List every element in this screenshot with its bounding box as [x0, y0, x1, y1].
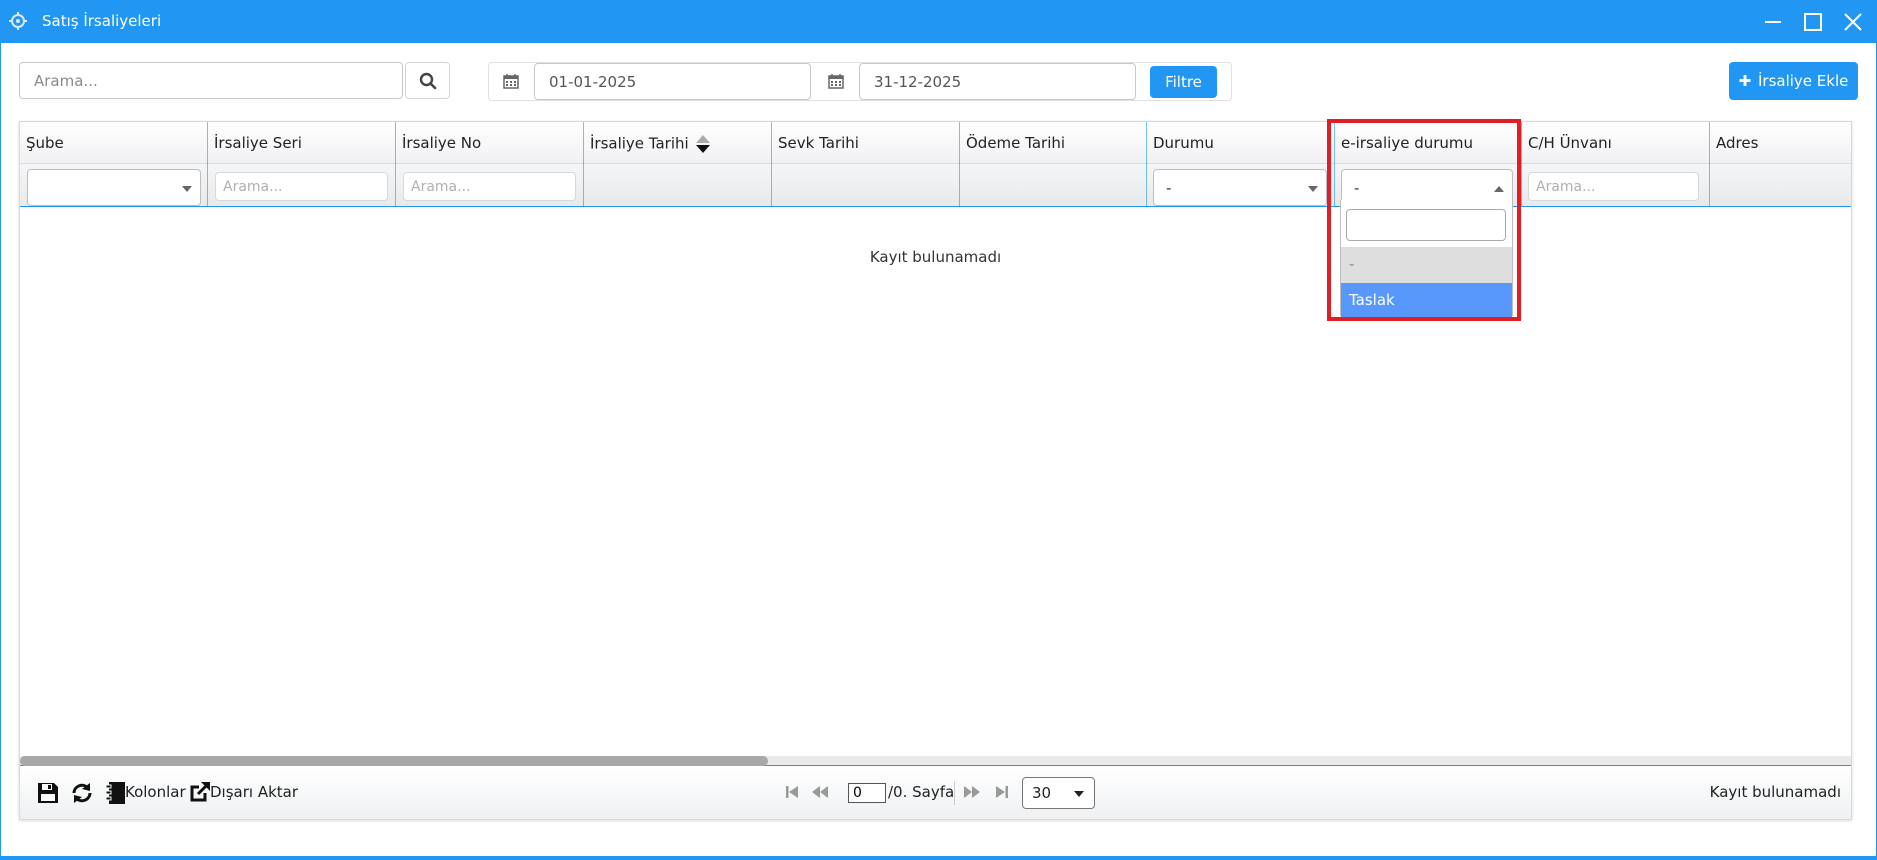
columns-icon[interactable] [105, 781, 127, 805]
durumu-filter-value: - [1166, 179, 1172, 197]
chevron-up-icon [1494, 186, 1504, 192]
e-irsaliye-filter-value: - [1354, 179, 1360, 197]
column-header-sevk-tarihi[interactable]: Sevk Tarihi [778, 134, 859, 152]
plus-icon: ✚ [1738, 72, 1752, 90]
waybill-grid: Şube İrsaliye Seri İrsaliye No İrsaliye … [19, 121, 1852, 820]
dropdown-option-highlighted[interactable]: Taslak [1341, 283, 1512, 319]
close-icon[interactable] [1840, 9, 1866, 35]
column-divider [1709, 122, 1710, 207]
record-status: Kayıt bulunamadı [1709, 783, 1841, 801]
irsaliye-seri-filter-input[interactable] [215, 172, 388, 201]
chevron-down-icon [182, 186, 192, 192]
column-header-odeme-tarihi[interactable]: Ödeme Tarihi [966, 134, 1065, 152]
filter-button[interactable]: Filtre [1150, 66, 1217, 98]
add-waybill-label: İrsaliye Ekle [1757, 72, 1849, 90]
first-page-icon[interactable] [784, 784, 800, 800]
column-header-ch-unvani[interactable]: C/H Ünvanı [1528, 134, 1612, 152]
add-waybill-button[interactable]: ✚ İrsaliye Ekle [1729, 62, 1858, 100]
window-title: Satış İrsaliyeleri [42, 12, 162, 30]
start-date-input[interactable] [534, 63, 811, 100]
refresh-icon[interactable] [70, 781, 94, 805]
window-titlebar: Satış İrsaliyeleri [0, 0, 1877, 43]
irsaliye-no-filter-input[interactable] [403, 172, 576, 201]
column-header-irsaliye-no[interactable]: İrsaliye No [402, 134, 481, 152]
minimize-icon[interactable] [1760, 9, 1786, 35]
chevron-down-icon [1074, 791, 1084, 797]
column-divider [1146, 122, 1147, 207]
end-date-calendar-button[interactable] [814, 63, 858, 100]
column-divider [959, 122, 960, 207]
search-button[interactable] [405, 62, 450, 99]
page-count-text: /0. Sayfa [888, 783, 955, 801]
page-size-value: 30 [1032, 784, 1052, 802]
durumu-filter-select[interactable]: - [1153, 169, 1327, 206]
dropdown-search-input[interactable] [1346, 209, 1506, 241]
save-icon[interactable] [36, 781, 60, 805]
e-irsaliye-dropdown-panel: - Taslak [1340, 200, 1513, 319]
column-divider [395, 122, 396, 207]
column-divider [771, 122, 772, 207]
column-header-irsaliye-seri[interactable]: İrsaliye Seri [214, 134, 302, 152]
horizontal-scrollbar[interactable] [20, 756, 1851, 766]
column-header-label: İrsaliye Tarihi [590, 134, 689, 153]
column-divider [207, 122, 208, 207]
column-header-e-irsaliye-durumu[interactable]: e-irsaliye durumu [1341, 134, 1473, 152]
column-header-durumu[interactable]: Durumu [1153, 134, 1214, 152]
scrollbar-thumb[interactable] [20, 756, 768, 766]
page-size-select[interactable]: 30 [1022, 777, 1095, 809]
grid-footer: Kolonlar Dışarı Aktar /0. Sayfa 30 Kayıt… [20, 767, 1851, 819]
next-page-icon[interactable] [962, 784, 982, 800]
calendar-icon [828, 74, 844, 89]
column-header-irsaliye-tarihi[interactable]: İrsaliye Tarihi [590, 134, 711, 154]
search-input[interactable] [19, 62, 403, 99]
end-date-input[interactable] [859, 63, 1136, 100]
export-button[interactable]: Dışarı Aktar [210, 783, 298, 801]
export-icon[interactable] [189, 781, 211, 803]
column-header-adres[interactable]: Adres [1716, 134, 1758, 152]
gear-icon [9, 12, 27, 30]
last-page-icon[interactable] [994, 784, 1010, 800]
maximize-icon[interactable] [1800, 9, 1826, 35]
ch-unvani-filter-input[interactable] [1528, 172, 1699, 201]
page-number-input[interactable] [848, 783, 886, 803]
chevron-down-icon [1308, 186, 1318, 192]
sube-filter-select[interactable] [27, 169, 201, 206]
sort-icon[interactable] [695, 134, 711, 154]
dropdown-option[interactable]: - [1341, 247, 1512, 283]
grid-header-row: Şube İrsaliye Seri İrsaliye No İrsaliye … [20, 122, 1851, 164]
date-range-filter: Filtre [488, 62, 1232, 101]
search-icon [419, 72, 437, 90]
pager-divider [954, 781, 955, 805]
column-header-sube[interactable]: Şube [26, 134, 64, 152]
column-divider [583, 122, 584, 207]
empty-state-message: Kayıt bulunamadı [869, 248, 1002, 266]
start-date-calendar-button[interactable] [489, 63, 533, 100]
columns-button[interactable]: Kolonlar [125, 783, 186, 801]
calendar-icon [503, 74, 519, 89]
column-divider [1521, 122, 1522, 207]
previous-page-icon[interactable] [810, 784, 830, 800]
grid-filter-row: - - [20, 164, 1851, 207]
column-divider [1334, 122, 1335, 207]
